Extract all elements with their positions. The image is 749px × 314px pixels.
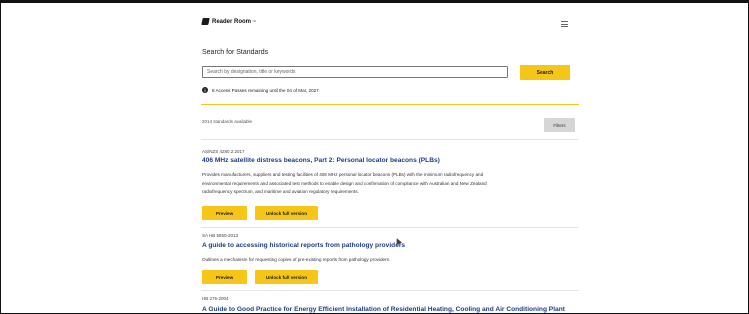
standards-count: 2014 standards available	[202, 119, 253, 124]
site-header: Reader Room ™	[201, 18, 579, 34]
filters-button[interactable]: Filters	[544, 118, 575, 132]
divider	[201, 290, 579, 291]
search-heading: Search for Standards	[202, 49, 269, 56]
logo-text: Reader Room	[212, 18, 252, 25]
divider	[201, 139, 579, 140]
hamburger-menu-icon[interactable]	[561, 21, 568, 27]
description-line: environmental requirements and associate…	[202, 180, 487, 186]
search-button[interactable]: Search	[520, 65, 570, 80]
preview-button[interactable]: Preview	[202, 206, 247, 220]
result-title-link[interactable]: 406 MHz satellite distress beacons, Part…	[202, 157, 440, 164]
result-designation: SA HB 5550-2013	[202, 233, 239, 238]
browser-viewport: Reader Room ™ Search for Standards Searc…	[0, 0, 749, 314]
unlock-full-version-button[interactable]: Unlock full version	[255, 270, 318, 284]
result-title-link[interactable]: A Guide to Good Practice for Energy Effi…	[202, 306, 565, 313]
divider	[201, 227, 579, 228]
result-description: Outlines a mechanism for requesting copi…	[202, 256, 576, 265]
access-passes-text: 8 Access Passes remaining until the 04 o…	[212, 87, 321, 93]
section-divider	[201, 104, 579, 105]
unlock-full-version-button[interactable]: Unlock full version	[255, 206, 318, 220]
search-input[interactable]	[202, 66, 508, 78]
book-icon	[201, 18, 210, 25]
result-designation: HB 276-2004	[202, 296, 229, 301]
description-line: radiofrequency spectrum, and maritime an…	[202, 189, 359, 194]
logo-trademark: ™	[252, 19, 257, 24]
result-description: Provides manufacturers, suppliers and te…	[202, 171, 576, 197]
preview-button[interactable]: Preview	[202, 270, 247, 284]
result-designation: AS/NZS 4280.2:2017	[202, 149, 245, 154]
result-title-link[interactable]: A guide to accessing historical reports …	[202, 242, 405, 249]
access-passes-note: i 8 Access Passes remaining until the 04…	[202, 87, 320, 93]
site-logo[interactable]: Reader Room ™	[201, 18, 257, 25]
description-line: Provides manufacturers, suppliers and te…	[202, 172, 484, 177]
info-icon: i	[202, 87, 208, 93]
description-line: Outlines a mechanism for requesting copi…	[202, 257, 391, 262]
